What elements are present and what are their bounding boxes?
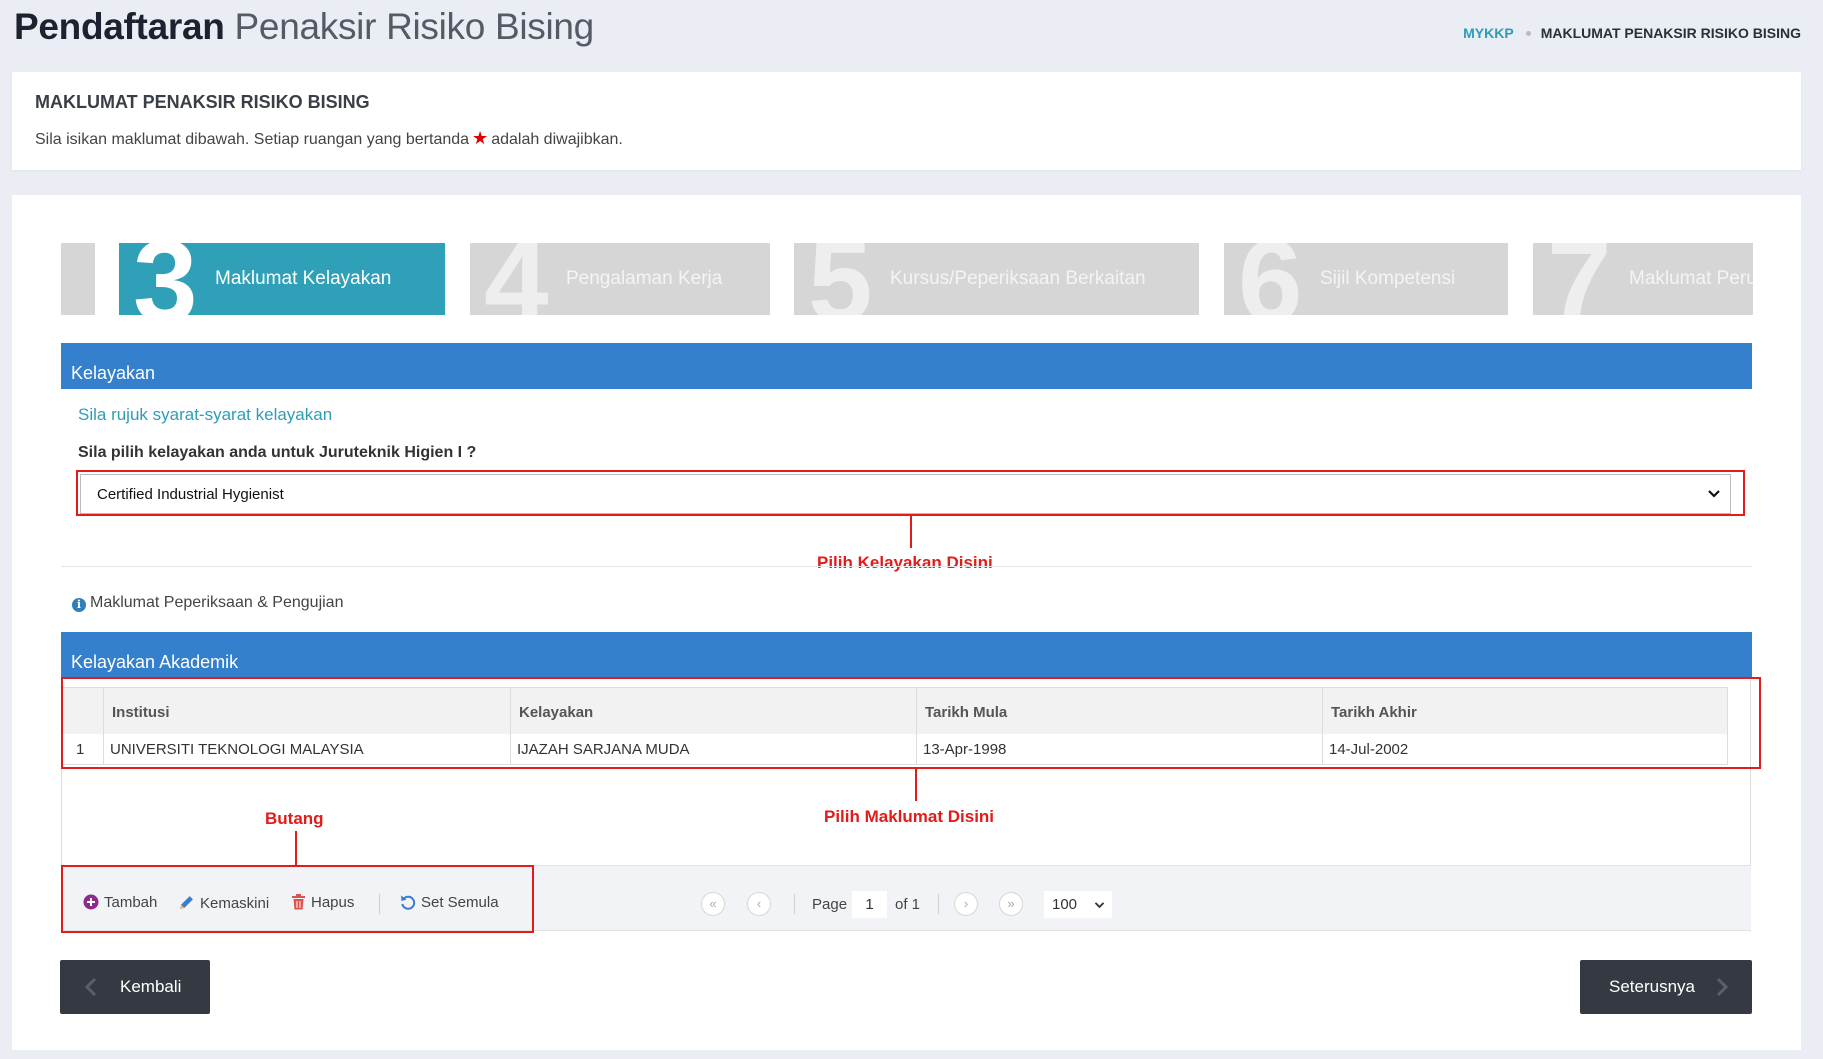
page-title-light: Penaksir Risiko Bising (234, 6, 595, 47)
step-4[interactable]: 4 Pengalaman Kerja (470, 243, 770, 315)
kelayakan-section-header: Kelayakan (61, 343, 1752, 389)
page-title: Pendaftaran Penaksir Risiko Bising (14, 6, 594, 48)
step-label: Pengalaman Kerja (566, 268, 723, 289)
section-title: Kelayakan (71, 363, 156, 383)
next-button[interactable]: Seterusnya (1580, 960, 1752, 1014)
chevron-right-icon (1716, 977, 1729, 997)
annotation-buttons-box (61, 865, 534, 933)
annotation-select-line (910, 516, 912, 548)
chevron-down-icon (1094, 902, 1105, 909)
step-number: 6 (1238, 243, 1303, 315)
chevron-left-icon (84, 977, 97, 997)
section-divider (61, 566, 1752, 567)
step-label: Kursus/Peperiksaan Berkaitan (890, 268, 1146, 289)
breadcrumb-home-link[interactable]: MYKKP (1463, 25, 1514, 41)
eligibility-terms-link[interactable]: Sila rujuk syarat-syarat kelayakan (78, 405, 332, 425)
back-button[interactable]: Kembali (60, 960, 210, 1014)
last-page-button[interactable]: » (999, 892, 1023, 916)
info-subtitle-after: adalah diwajibkan. (491, 131, 623, 148)
step-5[interactable]: 5 Kursus/Peperiksaan Berkaitan (794, 243, 1199, 315)
wizard-steps: 3 Maklumat Kelayakan 4 Pengalaman Kerja … (61, 243, 1753, 315)
annotation-buttons-line (295, 831, 297, 865)
step-label: Sijil Kompetensi (1320, 268, 1456, 289)
step-number: 7 (1547, 243, 1612, 315)
academic-section-header: Kelayakan Akademik (61, 632, 1752, 678)
step-6[interactable]: 6 Sijil Kompetensi (1224, 243, 1508, 315)
next-button-label: Seterusnya (1609, 977, 1695, 996)
exam-info-label: i Maklumat Peperiksaan & Pengujian (72, 594, 343, 612)
annotation-grid-note: Pilih Maklumat Disini (824, 807, 995, 826)
page-size-value: 100 (1052, 896, 1078, 913)
page-label: Page (812, 896, 848, 913)
page-title-bold: Pendaftaran (14, 6, 225, 47)
step-number: 3 (133, 243, 198, 315)
step-previous-partial[interactable] (61, 243, 95, 315)
info-subtitle-before: Sila isikan maklumat dibawah. Setiap rua… (35, 131, 470, 148)
info-card: MAKLUMAT PENAKSIR RISIKO BISING Sila isi… (12, 72, 1801, 170)
annotation-select-note: Pilih Kelayakan Disini (817, 553, 993, 572)
step-7[interactable]: 7 Maklumat Peru (1533, 243, 1753, 315)
page-total-label: of 1 (895, 896, 921, 913)
step-number: 5 (808, 243, 873, 315)
step-number: 4 (484, 243, 549, 315)
pager-separator (794, 894, 795, 914)
annotation-buttons-note: Butang (265, 809, 324, 828)
annotation-grid-line (915, 769, 917, 801)
next-page-button[interactable]: › (954, 892, 978, 916)
exam-info-text: Maklumat Peperiksaan & Pengujian (90, 594, 344, 611)
annotation-grid-box (61, 677, 1761, 769)
breadcrumb: MYKKP MAKLUMAT PENAKSIR RISIKO BISING (1463, 25, 1801, 41)
info-icon: i (72, 598, 86, 612)
prev-page-button[interactable]: ‹ (747, 892, 771, 916)
page-number-input[interactable]: 1 (852, 891, 887, 918)
step-label: Maklumat Kelayakan (215, 268, 392, 289)
pager-separator (938, 894, 939, 914)
step-label: Maklumat Peru (1629, 268, 1753, 289)
section-title: Kelayakan Akademik (71, 652, 239, 672)
page-size-select[interactable]: 100 (1044, 891, 1112, 918)
info-subtitle: Sila isikan maklumat dibawah. Setiap rua… (35, 128, 623, 149)
step-3[interactable]: 3 Maklumat Kelayakan (119, 243, 445, 315)
breadcrumb-current: MAKLUMAT PENAKSIR RISIKO BISING (1540, 25, 1801, 41)
annotation-select-box (76, 470, 1745, 516)
back-button-label: Kembali (120, 977, 182, 996)
breadcrumb-separator (1525, 30, 1531, 36)
qualification-question-label: Sila pilih kelayakan anda untuk Jurutekn… (78, 444, 477, 461)
first-page-button[interactable]: « (701, 892, 725, 916)
info-title: MAKLUMAT PENAKSIR RISIKO BISING (35, 92, 370, 112)
required-star-icon: ★ (472, 128, 489, 148)
